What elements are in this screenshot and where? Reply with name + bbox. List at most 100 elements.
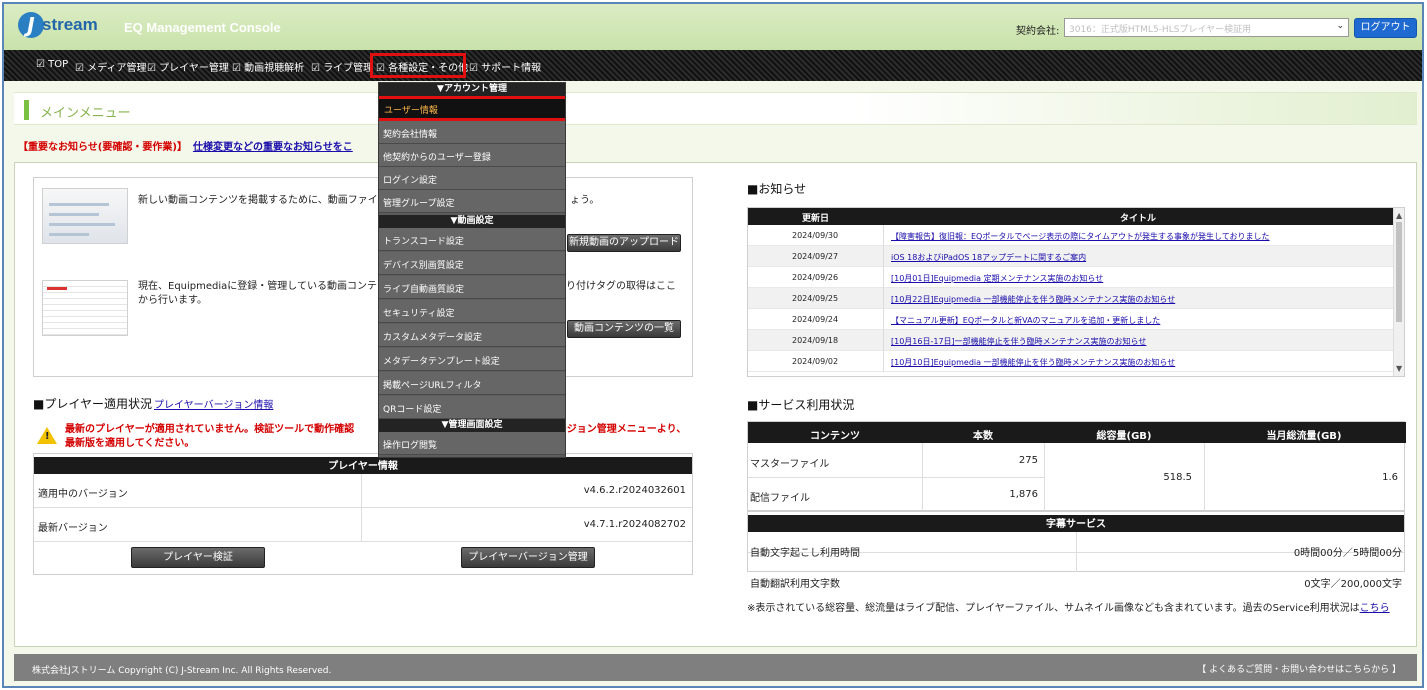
menu-item-url-filter[interactable]: 掲載ページURLフィルタ: [379, 372, 565, 395]
player-title: ■プレイヤー適用状況: [33, 397, 152, 411]
nav-label: プレイヤー管理: [159, 63, 229, 74]
news-date: 2024/09/27: [792, 252, 839, 261]
caption-header: 字幕サービス: [748, 512, 1404, 532]
logo-letter: J: [18, 12, 44, 38]
news-link[interactable]: [10月22日]Equipmedia 一部機能停止を伴う臨時メンテナンス実施のお…: [891, 294, 1175, 305]
news-col-date: 更新日: [802, 214, 830, 224]
company-label: 契約会社:: [1016, 26, 1060, 37]
news-link[interactable]: iOS 18およびiPadOS 18アップデートに関するご案内: [891, 252, 1086, 263]
service-header: コンテンツ 本数 総容量(GB) 当月総流量(GB): [748, 422, 1406, 443]
nav-item-analytics[interactable]: ☑ 動画視聴解析: [232, 59, 304, 74]
warning-text-2: 最新版を適用してください。: [65, 438, 195, 449]
news-date: 2024/09/30: [792, 231, 839, 240]
nav-item-live[interactable]: ☑ ライブ管理: [311, 59, 373, 74]
menu-item-external-user[interactable]: 他契約からのユーザー登録: [379, 144, 565, 167]
checkbox-icon: ☑: [147, 63, 160, 74]
nav-highlight: [370, 53, 466, 78]
table-row: 最新バージョン v4.7.1.r2024082702: [34, 508, 692, 542]
menu-item-user-info[interactable]: ユーザー情報: [379, 96, 565, 121]
main-menu-header: メインメニュー: [14, 92, 1417, 125]
faq-link[interactable]: 【 よくあるご質問・お問い合わせはこちらから 】: [1197, 662, 1401, 675]
content-list-description: 現在、Equipmediaに登録・管理している動画コンテンツ: [138, 281, 397, 292]
service-monthly-traffic: 1.6: [1382, 472, 1398, 483]
service-history-link[interactable]: こちら: [1360, 603, 1390, 614]
nav-item-top[interactable]: ☑ TOP: [36, 59, 68, 70]
news-date: 2024/09/02: [792, 357, 839, 366]
nav-item-support[interactable]: ☑ サポート情報: [469, 59, 541, 74]
menu-item-operation-log[interactable]: 操作ログ閲覧: [379, 432, 565, 455]
checkbox-icon: ☑: [311, 63, 324, 74]
checkbox-icon: ☑: [469, 63, 482, 74]
accent-bar: [24, 100, 29, 120]
menu-item-security[interactable]: セキュリティ設定: [379, 300, 565, 323]
service-note-text: ※表示されている総容量、総流量はライブ配信、プレイヤーファイル、サムネイル画像な…: [747, 603, 1360, 614]
notice-label: 【重要なお知らせ(要確認・要作業)】: [18, 142, 187, 153]
service-section-title: ■サービス利用状況: [747, 398, 855, 412]
service-row-count: 275: [1018, 455, 1038, 466]
content-list-thumbnail: [42, 280, 128, 336]
notice-link[interactable]: 仕様変更などの重要なお知らせをこ: [193, 142, 353, 153]
news-row: 2024/09/30 【障害報告】復旧報：EQポータルでページ表示の際にタイムアウ…: [748, 225, 1394, 246]
jstream-logo[interactable]: J stream: [18, 12, 108, 38]
news-link[interactable]: 【マニュアル更新】EQポータルと新VAのマニュアルを追加・更新しました: [891, 315, 1160, 326]
menu-item-live-quality[interactable]: ライブ自動画質設定: [379, 276, 565, 299]
player-version-link[interactable]: プレイヤーバージョン情報: [154, 400, 273, 411]
news-link[interactable]: [10月10日]Equipmedia 一部機能停止を伴う臨時メンテナンス実施のお…: [891, 357, 1175, 368]
news-row: 2024/09/27 iOS 18およびiPadOS 18アップデートに関するご案…: [748, 246, 1394, 267]
checkbox-icon: ☑: [232, 63, 245, 74]
nav-item-player[interactable]: ☑ プレイヤー管理: [147, 59, 229, 74]
nav-item-media[interactable]: ☑ メディア管理: [75, 59, 146, 74]
menu-item-qr-code[interactable]: QRコード設定: [379, 396, 565, 419]
player-verify-button[interactable]: プレイヤー検証: [131, 547, 265, 568]
menu-item-device-quality[interactable]: デバイス別画質設定: [379, 252, 565, 275]
nav-label: サポート情報: [481, 63, 542, 74]
service-col-count: 本数: [973, 431, 993, 442]
news-date: 2024/09/24: [792, 315, 839, 324]
player-warning: ! 最新のプレイヤーが適用されていません。検証ツールで動作確認 ージョン管理メニ…: [33, 421, 693, 455]
settings-dropdown-menu: ▼アカウント管理 ユーザー情報 契約会社情報 他契約からのユーザー登録 ログイン…: [378, 82, 566, 458]
player-info-header: プレイヤー情報: [34, 454, 692, 474]
news-header: 更新日 タイトル: [748, 208, 1394, 225]
scroll-up-icon[interactable]: ▲: [1396, 211, 1402, 220]
important-notice: 【重要なお知らせ(要確認・要作業)】 仕様変更などの重要なお知らせをこ: [18, 138, 353, 153]
service-col-capacity: 総容量(GB): [1096, 431, 1152, 442]
news-date: 2024/09/25: [792, 294, 839, 303]
company-select[interactable]: 3016：正式版HTML5-HLSプレイヤー検証用 ⌄: [1064, 18, 1349, 37]
menu-item-meta-template[interactable]: メタデータテンプレート設定: [379, 348, 565, 371]
logo-text: stream: [42, 15, 98, 34]
content-list-description-tail: り付けタグの取得はここ: [566, 281, 676, 292]
menu-item-login-settings[interactable]: ログイン設定: [379, 167, 565, 190]
player-version-manage-button[interactable]: プレイヤーバージョン管理: [461, 547, 595, 568]
app-window: J stream EQ Management Console 契約会社: 301…: [2, 2, 1424, 688]
caption-service-table: 字幕サービス 自動文字起こし利用時間 0時間00分／5時間00分 自動翻訳利用文…: [747, 511, 1405, 590]
news-link[interactable]: 【障害報告】復旧報：EQポータルでページ表示の際にタイムアウトが発生する事象が発…: [891, 231, 1270, 242]
row-label: 適用中のバージョン: [38, 489, 128, 500]
menu-item-group-settings[interactable]: 管理グループ設定: [379, 190, 565, 213]
console-title: EQ Management Console: [124, 20, 281, 35]
content-list-button[interactable]: 動画コンテンツの一覧: [567, 320, 681, 338]
table-row: 適用中のバージョン v4.6.2.r2024032601: [34, 474, 692, 508]
row-label: 最新バージョン: [38, 523, 108, 534]
news-row: 2024/09/25 [10月22日]Equipmedia 一部機能停止を伴う臨時…: [748, 288, 1394, 309]
copyright: 株式会社Jストリーム Copyright (C) J-Stream Inc. A…: [32, 666, 332, 676]
news-scrollbar[interactable]: ▲ ▼: [1393, 208, 1404, 376]
player-section-title: ■プレイヤー適用状況 プレイヤーバージョン情報: [33, 395, 273, 412]
menu-item-transcode[interactable]: トランスコード設定: [379, 228, 565, 251]
main-nav: ☑ TOP ☑ メディア管理 ☑ プレイヤー管理 ☑ 動画視聴解析 ☑ ライブ管…: [4, 50, 1422, 81]
scroll-down-icon[interactable]: ▼: [1396, 364, 1402, 373]
service-note: ※表示されている総容量、総流量はライブ配信、プレイヤーファイル、サムネイル画像な…: [747, 599, 1390, 614]
menu-item-custom-meta[interactable]: カスタムメタデータ設定: [379, 324, 565, 347]
service-row-count: 1,876: [1009, 489, 1038, 500]
menu-item-company-info[interactable]: 契約会社情報: [379, 121, 565, 144]
news-link[interactable]: [10月16日-17日]一部機能停止を伴う臨時メンテナンス実施のお知らせ: [891, 336, 1146, 347]
dropdown-group-account: ▼アカウント管理: [379, 83, 565, 96]
logout-button[interactable]: ログアウト: [1354, 18, 1417, 38]
content-box: 新しい動画コンテンツを掲載するために、動画ファイルを ょう。 新規動画のアップロ…: [33, 177, 693, 377]
upload-description-tail: ょう。: [570, 195, 600, 206]
service-table: コンテンツ 本数 総容量(GB) 当月総流量(GB) マスターファイル 275 …: [747, 421, 1406, 511]
checkbox-icon: ☑: [75, 63, 88, 74]
news-link[interactable]: [10月01日]Equipmedia 定期メンテナンス実施のお知らせ: [891, 273, 1103, 284]
nav-label: 動画視聴解析: [244, 63, 305, 74]
new-upload-button[interactable]: 新規動画のアップロード: [567, 234, 681, 252]
scroll-thumb[interactable]: [1396, 222, 1402, 322]
